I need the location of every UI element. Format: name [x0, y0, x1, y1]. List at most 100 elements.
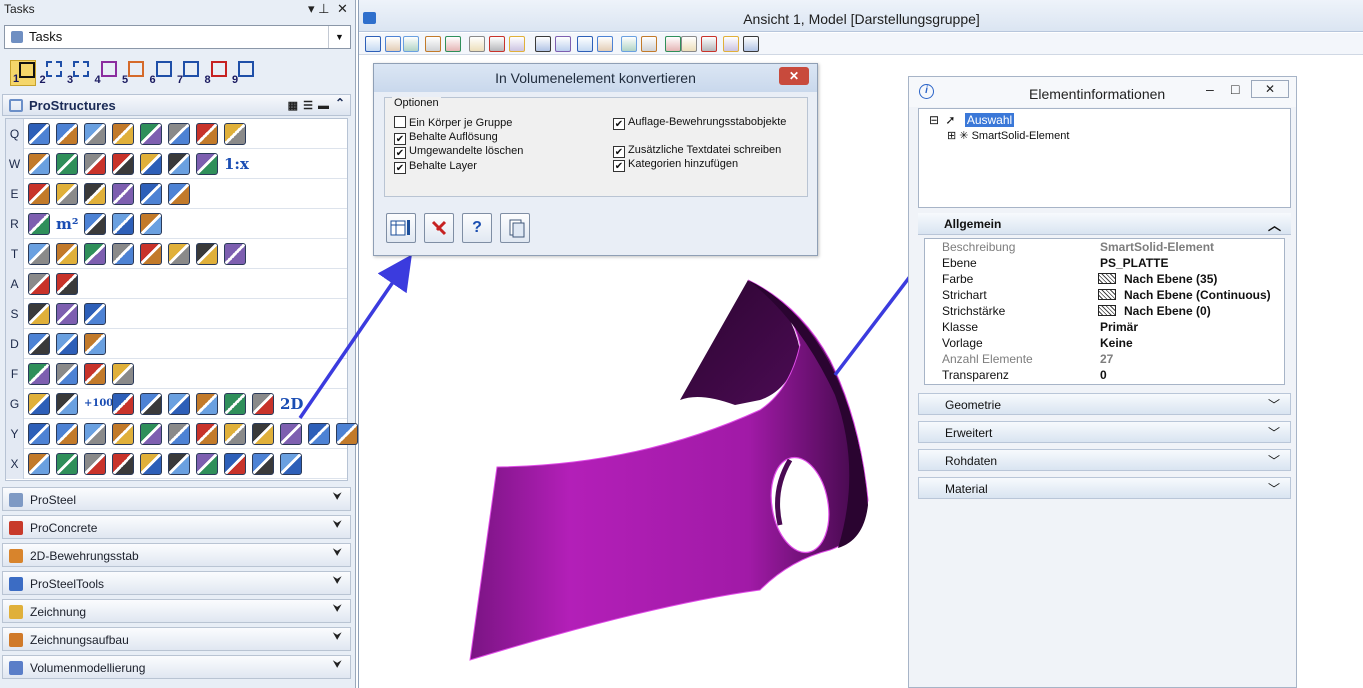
option-right-1[interactable]: ✔ Auflage-Bewehrungsstabobjekte — [613, 116, 786, 130]
view-tool-16-icon[interactable] — [681, 36, 697, 52]
tool-q-8-icon[interactable] — [224, 123, 246, 145]
tool-y-8-icon[interactable] — [224, 423, 246, 445]
tool-e-5-icon[interactable] — [140, 183, 162, 205]
workflow-step-7[interactable]: 7 — [175, 60, 201, 86]
tool-y-10-icon[interactable] — [280, 423, 302, 445]
tool-s-3-icon[interactable] — [84, 303, 106, 325]
tool-q-7-icon[interactable] — [196, 123, 218, 145]
option-right-3[interactable]: ✔ Kategorien hinzufügen — [613, 158, 738, 172]
tool-g-5-icon[interactable] — [140, 393, 162, 415]
chevron-down-icon[interactable]: ⮟ — [333, 575, 342, 588]
tool-f-2-icon[interactable] — [56, 363, 78, 385]
tool-s-1-icon[interactable] — [28, 303, 50, 325]
tool-x-6-icon[interactable] — [168, 453, 190, 475]
category-2d-bewehrungsstab[interactable]: 2D-Bewehrungsstab ⮟ — [2, 543, 351, 567]
workflow-step-1[interactable]: 1 — [10, 60, 36, 86]
tool-q-2-icon[interactable] — [56, 123, 78, 145]
tool-t-5-icon[interactable] — [140, 243, 162, 265]
tool-t-8-icon[interactable] — [224, 243, 246, 265]
tool-t-2-icon[interactable] — [56, 243, 78, 265]
tool-d-3-icon[interactable] — [84, 333, 106, 355]
property-value[interactable]: SmartSolid-Element — [1100, 240, 1214, 254]
tool-g-6-icon[interactable] — [168, 393, 190, 415]
section-general[interactable]: Allgemein ︿ — [918, 213, 1291, 235]
tool-r-4-icon[interactable] — [112, 213, 134, 235]
tool-f-3-icon[interactable] — [84, 363, 106, 385]
view-tool-14-icon[interactable] — [641, 36, 657, 52]
pin-icon[interactable]: ▾ ⊥ — [308, 1, 329, 17]
tool-r-2-icon[interactable]: m² — [56, 213, 78, 235]
reset-button[interactable] — [424, 213, 454, 243]
tool-w-3-icon[interactable] — [84, 153, 106, 175]
tool-d-1-icon[interactable] — [28, 333, 50, 355]
tool-s-2-icon[interactable] — [56, 303, 78, 325]
property-value[interactable]: Keine — [1100, 336, 1133, 350]
workflow-step-8[interactable]: 8 — [203, 60, 229, 86]
tool-g-1-icon[interactable] — [28, 393, 50, 415]
tool-y-2-icon[interactable] — [56, 423, 78, 445]
chevron-down-icon[interactable]: ⮟ — [333, 603, 342, 616]
category-prosteeltools[interactable]: ProSteelTools ⮟ — [2, 571, 351, 595]
tasks-dropdown[interactable]: Tasks ▼ — [4, 25, 351, 49]
checkbox[interactable]: ✔ — [394, 161, 406, 174]
settings-button[interactable] — [386, 213, 416, 243]
option-left-4[interactable]: ✔ Behalte Layer — [394, 160, 477, 174]
tool-w-1-icon[interactable] — [28, 153, 50, 175]
property-value[interactable]: Nach Ebene (Continuous) — [1098, 288, 1271, 302]
checkbox[interactable]: ✔ — [613, 146, 625, 158]
tool-x-4-icon[interactable] — [112, 453, 134, 475]
view-tool-15-icon[interactable] — [665, 36, 681, 52]
tool-x-2-icon[interactable] — [56, 453, 78, 475]
workflow-step-6[interactable]: 6 — [148, 60, 174, 86]
chevron-down-icon[interactable]: ⮟ — [333, 519, 342, 532]
chevron-down-icon[interactable]: ﹀ — [1268, 452, 1280, 469]
tool-g-9-icon[interactable] — [252, 393, 274, 415]
tool-y-11-icon[interactable] — [308, 423, 330, 445]
category-volumenmodellierung[interactable]: Volumenmodellierung ⮟ — [2, 655, 351, 679]
tool-g-10-icon[interactable]: 2D — [280, 393, 303, 415]
tool-q-6-icon[interactable] — [168, 123, 190, 145]
view-tool-6-icon[interactable] — [469, 36, 485, 52]
view-tool-1-icon[interactable] — [365, 36, 381, 52]
tree-node-selection[interactable]: ⊟ ➚ Auswahl — [929, 113, 1015, 127]
category-proconcrete[interactable]: ProConcrete ⮟ — [2, 515, 351, 539]
workflow-step-5[interactable]: 5 — [120, 60, 146, 86]
view-tool-18-icon[interactable] — [723, 36, 739, 52]
tool-t-1-icon[interactable] — [28, 243, 50, 265]
view-tool-4-icon[interactable] — [425, 36, 441, 52]
tool-g-7-icon[interactable] — [196, 393, 218, 415]
tool-r-5-icon[interactable] — [140, 213, 162, 235]
section-geometrie[interactable]: Geometrie ﹀ — [918, 393, 1291, 415]
view-tool-10-icon[interactable] — [555, 36, 571, 52]
view-tool-19-icon[interactable] — [743, 36, 759, 52]
view-tool-2-icon[interactable] — [385, 36, 401, 52]
tool-r-3-icon[interactable] — [84, 213, 106, 235]
tool-a-1-icon[interactable] — [28, 273, 50, 295]
tool-a-2-icon[interactable] — [56, 273, 78, 295]
tool-y-6-icon[interactable] — [168, 423, 190, 445]
view-tool-13-icon[interactable] — [621, 36, 637, 52]
section-rohdaten[interactable]: Rohdaten ﹀ — [918, 449, 1291, 471]
option-right-2[interactable]: ✔ Zusätzliche Textdatei schreiben — [613, 144, 781, 158]
chevron-down-icon[interactable]: ⮟ — [333, 491, 342, 504]
help-button[interactable]: ? — [462, 213, 492, 243]
chevron-down-icon[interactable]: ﹀ — [1268, 424, 1280, 441]
workflow-step-9[interactable]: 9 — [230, 60, 256, 86]
view-tool-5-icon[interactable] — [445, 36, 461, 52]
tool-t-6-icon[interactable] — [168, 243, 190, 265]
tool-d-2-icon[interactable] — [56, 333, 78, 355]
property-value[interactable]: PS_PLATTE — [1100, 256, 1168, 270]
tool-f-4-icon[interactable] — [112, 363, 134, 385]
tool-g-3-icon[interactable]: +100 — [84, 393, 113, 415]
tool-y-12-icon[interactable] — [336, 423, 358, 445]
tool-t-4-icon[interactable] — [112, 243, 134, 265]
view-tool-3-icon[interactable] — [403, 36, 419, 52]
property-value[interactable]: Primär — [1100, 320, 1138, 334]
tool-y-5-icon[interactable] — [140, 423, 162, 445]
tool-e-4-icon[interactable] — [112, 183, 134, 205]
section-material[interactable]: Material ﹀ — [918, 477, 1291, 499]
view-tool-17-icon[interactable] — [701, 36, 717, 52]
workflow-step-4[interactable]: 4 — [93, 60, 119, 86]
tool-g-2-icon[interactable] — [56, 393, 78, 415]
chevron-down-icon[interactable]: ﹀ — [1268, 480, 1280, 497]
